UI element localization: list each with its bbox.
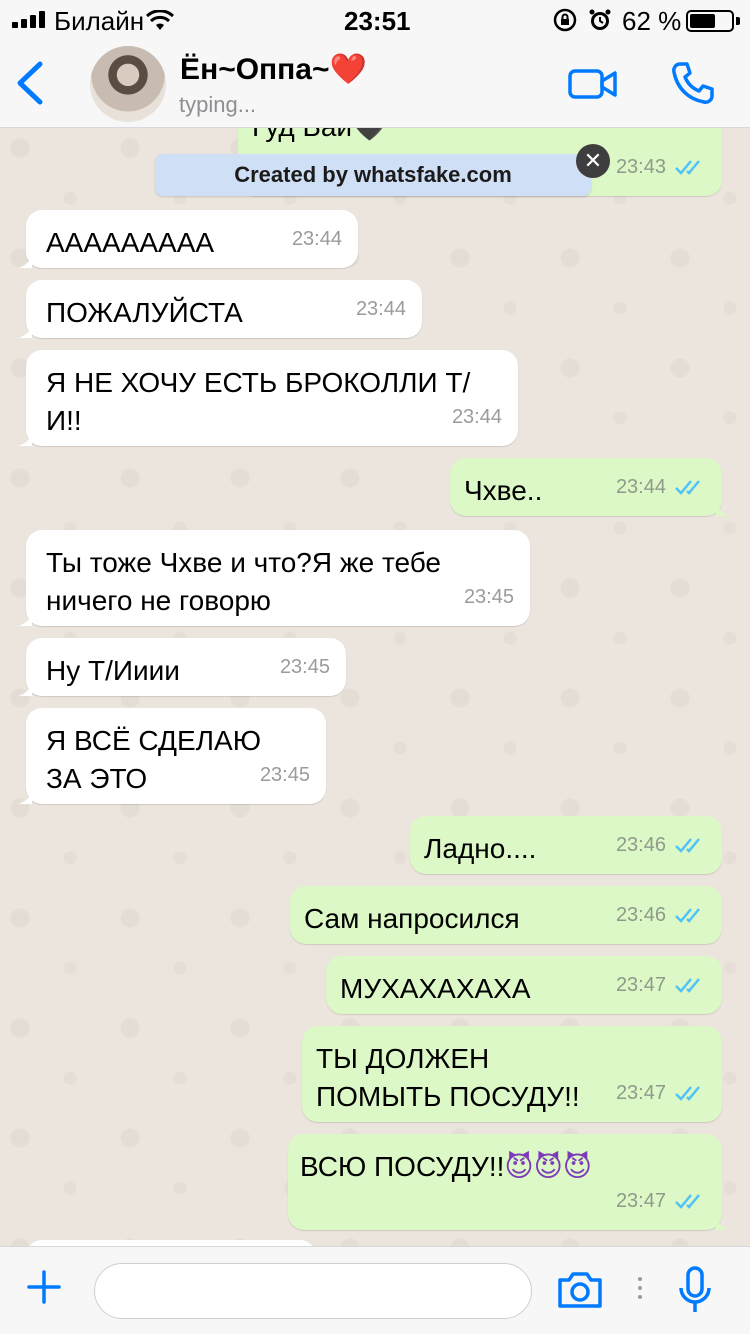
camera-icon[interactable]: [556, 1271, 604, 1314]
message-time: 23:45: [279, 656, 330, 678]
bubble-tail: [18, 252, 32, 268]
bubble-tail: [716, 1214, 730, 1230]
watermark-banner: Created by whatsfake.com: [155, 154, 591, 196]
double-check-icon: [675, 160, 700, 175]
message-time: 23:45: [259, 764, 310, 786]
video-camera-icon[interactable]: [568, 68, 618, 105]
plus-icon[interactable]: [26, 1269, 62, 1310]
double-check-icon: [675, 838, 700, 853]
message-bubble-in[interactable]: Я ВСЁ СДЕЛАЮ ЗА ЭТО 23:45: [18, 708, 326, 804]
bubble-tail: [18, 430, 32, 446]
alarm-icon: [588, 8, 612, 39]
double-check-icon: [675, 480, 700, 495]
bubble-tail: [716, 500, 730, 516]
heart-icon: ❤️: [329, 53, 367, 86]
message-text: Я НЕ ХОЧУ ЕСТЬ БРОКОЛЛИ Т/И!!: [46, 367, 471, 436]
message-time: 23:44: [451, 406, 502, 428]
message-text: Я ВСЁ СДЕЛАЮ ЗА ЭТО: [46, 725, 262, 794]
input-bar: [0, 1246, 750, 1334]
message-bubble-in[interactable]: Ты тоже Чхве и что?Я же тебе ничего не г…: [18, 530, 530, 626]
message-bubble-in[interactable]: ПОЖАЛУЙСТА 23:44: [18, 280, 422, 338]
carrier-name: Билайн: [54, 6, 145, 36]
bubble-tail: [18, 680, 32, 696]
message-text: Чхве..: [464, 475, 543, 506]
message-bubble-out[interactable]: Чхве.. 23:44: [450, 458, 730, 516]
bubble-tail: [18, 610, 32, 626]
battery-icon: [686, 10, 734, 32]
message-bubble-in[interactable]: Я НЕ ХОЧУ ЕСТЬ БРОКОЛЛИ Т/И!! 23:44: [18, 350, 518, 446]
more-dots-icon: [638, 1277, 642, 1304]
wifi-icon: [145, 8, 175, 39]
message-time: 23:43: [615, 156, 666, 178]
close-icon[interactable]: ✕: [576, 144, 610, 178]
message-text: Ну Т/Ииии: [46, 655, 180, 686]
message-bubble-in[interactable]: ААААААААА 23:44: [18, 210, 358, 268]
message-text: Гуд Бай🖤: [252, 128, 387, 146]
phone-icon[interactable]: [670, 60, 716, 111]
rotation-lock-icon: [553, 8, 577, 39]
message-text: ВСЮ ПОСУДУ!!: [300, 1151, 505, 1182]
avatar[interactable]: [90, 46, 166, 122]
back-chevron-icon[interactable]: [14, 60, 44, 111]
message-time: 23:45: [463, 586, 514, 608]
battery-percent: 62 %: [622, 6, 682, 36]
message-time: 23:46: [615, 834, 666, 856]
contact-status: typing...: [179, 92, 257, 117]
double-check-icon: [675, 1086, 700, 1101]
message-text: ПОЖАЛУЙСТА: [46, 297, 243, 328]
message-bubble-out[interactable]: ВСЮ ПОСУДУ!!😈😈😈 23:47: [288, 1134, 730, 1230]
message-bubble-out[interactable]: МУХАХАХАХА 23:47: [326, 956, 722, 1014]
contact-name-text: Ён~Оппа~: [180, 53, 330, 86]
message-bubble-in[interactable]: Ну Т/Ииии 23:45: [18, 638, 346, 696]
bubble-tail: [18, 788, 32, 804]
message-text: ТЫ ДОЛЖЕН ПОМЫТЬ ПОСУДУ!!: [316, 1043, 580, 1112]
chat-header: Ён~Оппа~❤️ typing...: [0, 40, 750, 128]
message-text: ААААААААА: [46, 227, 215, 258]
message-time: 23:47: [615, 974, 666, 996]
microphone-icon[interactable]: [678, 1265, 712, 1320]
message-text: МУХАХАХАХА: [340, 973, 531, 1004]
message-text: Ты тоже Чхве и что?Я же тебе ничего не г…: [46, 547, 442, 616]
battery-level: [690, 14, 715, 28]
battery-tip: [736, 17, 740, 25]
message-time: 23:47: [615, 1082, 666, 1104]
message-time: 23:44: [291, 228, 342, 250]
contact-name[interactable]: Ён~Оппа~❤️: [180, 52, 367, 87]
devil-emoji-icon: 😈😈😈: [504, 1150, 592, 1183]
message-text: Сам напросился: [304, 903, 520, 934]
message-time: 23:44: [615, 476, 666, 498]
message-time: 23:46: [615, 904, 666, 926]
cellular-signal-icon: [12, 10, 45, 28]
status-time: 23:51: [344, 6, 411, 36]
message-bubble-out[interactable]: Ладно.... 23:46: [410, 816, 722, 874]
double-check-icon: [675, 978, 700, 993]
bubble-tail: [18, 322, 32, 338]
message-text: Ладно....: [424, 833, 537, 864]
message-time: 23:44: [355, 298, 406, 320]
double-check-icon: [675, 1194, 700, 1209]
message-bubble-out[interactable]: Сам напросился 23:46: [290, 886, 722, 944]
message-bubble-out[interactable]: ТЫ ДОЛЖЕН ПОМЫТЬ ПОСУДУ!! 23:47: [302, 1026, 722, 1122]
message-time: 23:47: [615, 1190, 666, 1212]
double-check-icon: [675, 908, 700, 923]
message-input[interactable]: [94, 1263, 532, 1319]
chat-area[interactable]: Гуд Бай🖤 23:43 Created by whatsfake.com …: [0, 128, 750, 1246]
status-bar: Билайн 23:51 62 %: [0, 0, 750, 40]
